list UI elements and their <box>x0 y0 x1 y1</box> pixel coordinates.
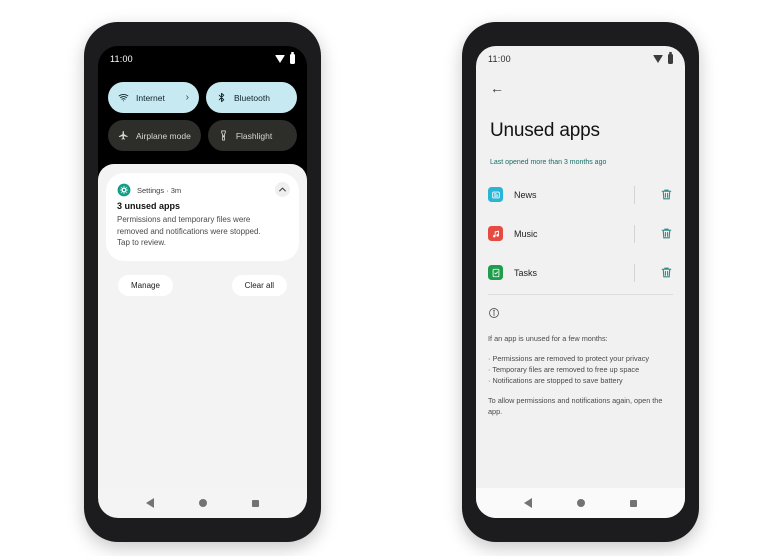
unused-apps-list: News Music Tasks <box>476 175 685 292</box>
wifi-icon <box>653 55 663 63</box>
list-item[interactable]: News <box>476 175 685 214</box>
page-subtitle: Last opened more than 3 months ago <box>490 159 607 166</box>
delete-icon[interactable] <box>660 188 673 201</box>
music-app-icon <box>488 226 503 241</box>
chevron-up-icon <box>279 187 286 192</box>
manage-button[interactable]: Manage <box>118 274 173 296</box>
row-divider <box>634 263 635 282</box>
bluetooth-icon <box>218 92 225 103</box>
notification-source: Settings · 3m <box>137 185 182 195</box>
clear-all-button[interactable]: Clear all <box>231 274 287 296</box>
list-item[interactable]: Music <box>476 214 685 253</box>
wifi-icon <box>118 94 129 102</box>
delete-icon[interactable] <box>660 227 673 240</box>
tile-bluetooth[interactable]: Bluetooth <box>206 82 297 113</box>
info-bullet: · Notifications are stopped to save batt… <box>488 375 623 385</box>
unused-apps-page: ← Unused apps Last opened more than 3 mo… <box>476 72 685 488</box>
news-app-icon <box>488 187 503 202</box>
tile-label-bluetooth: Bluetooth <box>234 92 270 103</box>
chevron-right-icon[interactable]: › <box>186 92 189 103</box>
left-screen: 11:00 Internet › Bluetooth Airplane mode… <box>98 46 307 518</box>
info-heading: If an app is unused for a few months: <box>488 334 608 343</box>
status-icons <box>275 52 295 64</box>
notification-body: Permissions and temporary files were rem… <box>117 215 261 248</box>
quick-settings-row-2: Airplane mode Flashlight <box>108 120 297 151</box>
right-status-bar: 11:00 <box>476 46 685 72</box>
info-bullets: · Permissions are removed to protect you… <box>488 354 673 387</box>
recents-icon[interactable] <box>629 499 637 507</box>
settings-gear-icon <box>117 183 131 197</box>
home-icon[interactable] <box>576 499 585 507</box>
notification-title: 3 unused apps <box>117 201 181 211</box>
notification-card[interactable]: Settings · 3m 3 unused apps Permissions … <box>106 173 299 261</box>
battery-icon <box>290 52 295 64</box>
app-name: Music <box>514 228 538 239</box>
phone-right-device: 11:00 ← Unused apps Last opened more tha… <box>462 22 699 542</box>
right-nav-bar <box>476 488 685 518</box>
tile-internet[interactable]: Internet › <box>108 82 199 113</box>
app-name: News <box>514 189 537 200</box>
info-bullet: · Temporary files are removed to free up… <box>488 364 640 374</box>
news-glyph-icon <box>491 191 500 198</box>
airplane-icon <box>118 131 128 140</box>
page-title: Unused apps <box>490 120 600 141</box>
tile-label-internet: Internet <box>136 92 165 103</box>
app-name: Tasks <box>514 267 538 278</box>
tile-airplane-mode[interactable]: Airplane mode <box>108 120 201 151</box>
music-note-glyph-icon <box>492 230 499 237</box>
quick-settings-row-1: Internet › Bluetooth <box>108 82 297 113</box>
notification-header: Settings · 3m <box>117 183 288 197</box>
tile-label-airplane-mode: Airplane mode <box>136 130 191 141</box>
tile-label-flashlight: Flashlight <box>235 130 273 141</box>
status-time: 11:00 <box>488 54 511 64</box>
page-toolbar: ← <box>476 72 685 98</box>
delete-icon[interactable] <box>660 266 673 279</box>
flashlight-icon <box>221 130 226 141</box>
left-nav-bar <box>98 488 307 518</box>
battery-icon <box>668 52 673 64</box>
info-footer: To allow permissions and notifications a… <box>488 395 663 416</box>
status-icons <box>653 52 673 64</box>
recents-icon[interactable] <box>251 499 259 507</box>
phone-left-device: 11:00 Internet › Bluetooth Airplane mode… <box>84 22 321 542</box>
tile-flashlight[interactable]: Flashlight <box>207 120 297 151</box>
back-icon[interactable] <box>524 498 533 508</box>
info-section: If an app is unused for a few months: · … <box>476 295 685 418</box>
checklist-glyph-icon <box>492 268 499 277</box>
info-bullet: · Permissions are removed to protect you… <box>488 353 649 363</box>
left-status-bar: 11:00 <box>98 46 307 72</box>
home-icon[interactable] <box>198 499 207 507</box>
list-item[interactable]: Tasks <box>476 253 685 292</box>
quick-settings-panel: Internet › Bluetooth Airplane mode Flash… <box>98 72 307 158</box>
screenshot-canvas: 11:00 Internet › Bluetooth Airplane mode… <box>0 0 784 556</box>
notification-actions: Manage Clear all <box>106 274 299 296</box>
right-screen: 11:00 ← Unused apps Last opened more tha… <box>476 46 685 518</box>
row-divider <box>634 224 635 243</box>
collapse-button[interactable] <box>275 182 290 197</box>
wifi-icon <box>275 55 285 63</box>
row-divider <box>634 185 635 204</box>
status-time: 11:00 <box>110 54 133 64</box>
back-icon[interactable] <box>146 498 155 508</box>
notification-shade: Settings · 3m 3 unused apps Permissions … <box>98 164 307 488</box>
tasks-app-icon <box>488 265 503 280</box>
info-icon <box>489 308 499 318</box>
back-arrow-icon[interactable]: ← <box>490 80 504 96</box>
